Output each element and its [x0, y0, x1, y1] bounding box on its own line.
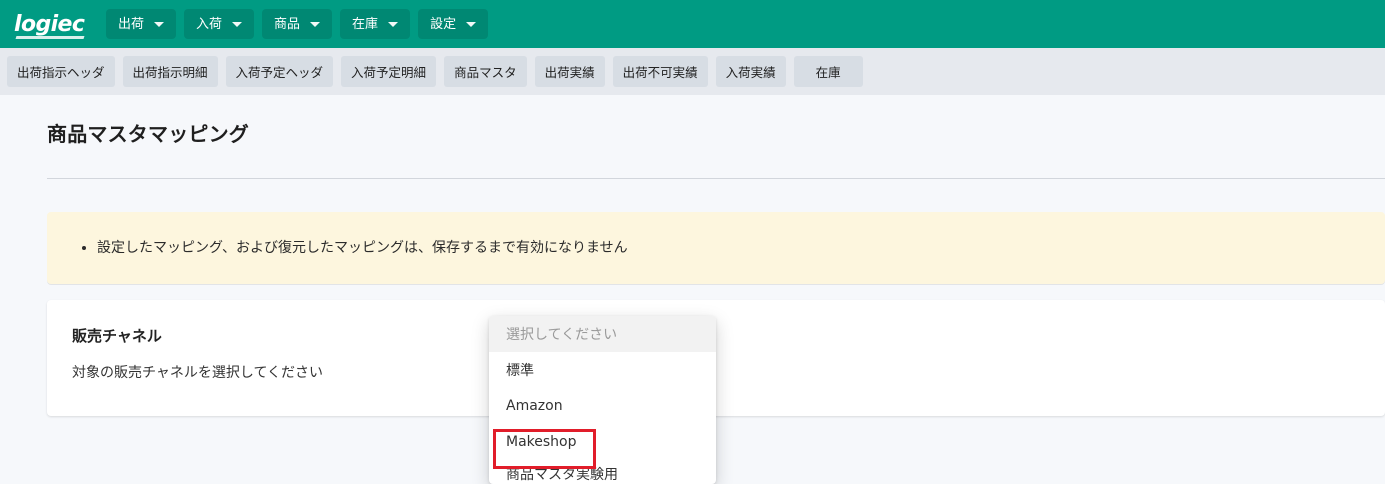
- top-menu-label: 設定: [430, 16, 457, 32]
- dropdown-option-amazon[interactable]: Amazon: [489, 388, 716, 424]
- info-notice: 設定したマッピング、および復元したマッピングは、保存するまで有効になりません: [47, 212, 1385, 284]
- subnav-shipping-instruction-detail[interactable]: 出荷指示明細: [122, 56, 218, 87]
- subnav-shipping-results[interactable]: 出荷実績: [534, 56, 605, 87]
- subnav-inventory[interactable]: 在庫: [793, 56, 863, 87]
- sales-channel-dropdown-menu[interactable]: 選択してください 標準 Amazon Makeshop 商品マスタ実験用: [489, 316, 716, 484]
- secondary-toolbar: 出荷指示ヘッダ 出荷指示明細 入荷予定ヘッダ 入荷予定明細 商品マスタ 出荷実績…: [0, 48, 1385, 95]
- secondary-menu: 出荷指示ヘッダ 出荷指示明細 入荷予定ヘッダ 入荷予定明細 商品マスタ 出荷実績…: [7, 56, 863, 87]
- dropdown-placeholder[interactable]: 選択してください: [489, 316, 716, 352]
- top-menu-label: 在庫: [352, 16, 379, 32]
- subnav-shipping-failed-results[interactable]: 出荷不可実績: [612, 56, 708, 87]
- caret-down-icon: [466, 22, 477, 27]
- top-navbar: logiec 出荷 入荷 商品 在庫 設定: [0, 0, 1385, 48]
- card-description: 対象の販売チャネルを選択してください: [72, 365, 324, 381]
- caret-down-icon: [310, 22, 321, 27]
- caret-down-icon: [154, 22, 165, 27]
- dropdown-option-makeshop[interactable]: Makeshop: [489, 424, 716, 460]
- top-menu-label: 商品: [274, 16, 301, 32]
- subnav-product-master[interactable]: 商品マスタ: [444, 56, 527, 87]
- notice-item: 設定したマッピング、および復元したマッピングは、保存するまで有効になりません: [97, 237, 628, 257]
- top-menu-label: 出荷: [118, 16, 145, 32]
- top-menu-label: 入荷: [196, 16, 223, 32]
- logo[interactable]: logiec: [14, 10, 85, 38]
- subnav-receiving-plan-header[interactable]: 入荷予定ヘッダ: [225, 56, 334, 87]
- top-menu-settings[interactable]: 設定: [418, 9, 489, 39]
- caret-down-icon: [388, 22, 399, 27]
- page-title: 商品マスタマッピング: [47, 122, 249, 146]
- subnav-shipping-instruction-header[interactable]: 出荷指示ヘッダ: [7, 56, 115, 87]
- top-menu-products[interactable]: 商品: [262, 9, 333, 39]
- top-menu-inventory[interactable]: 在庫: [340, 9, 411, 39]
- logo-text: logiec: [14, 11, 85, 37]
- subnav-receiving-results[interactable]: 入荷実績: [715, 56, 786, 87]
- subnav-receiving-plan-detail[interactable]: 入荷予定明細: [341, 56, 437, 87]
- top-menu-shipping[interactable]: 出荷: [106, 9, 177, 39]
- dropdown-option-product-master-test[interactable]: 商品マスタ実験用: [489, 460, 716, 484]
- top-menu: 出荷 入荷 商品 在庫 設定: [106, 9, 489, 39]
- sales-channel-card: 販売チャネル 対象の販売チャネルを選択してください: [47, 300, 1385, 416]
- card-title: 販売チャネル: [72, 327, 162, 345]
- divider: [47, 178, 1385, 179]
- top-menu-receiving[interactable]: 入荷: [184, 9, 255, 39]
- dropdown-option-standard[interactable]: 標準: [489, 352, 716, 388]
- caret-down-icon: [232, 22, 243, 27]
- notice-list: 設定したマッピング、および復元したマッピングは、保存するまで有効になりません: [47, 237, 628, 257]
